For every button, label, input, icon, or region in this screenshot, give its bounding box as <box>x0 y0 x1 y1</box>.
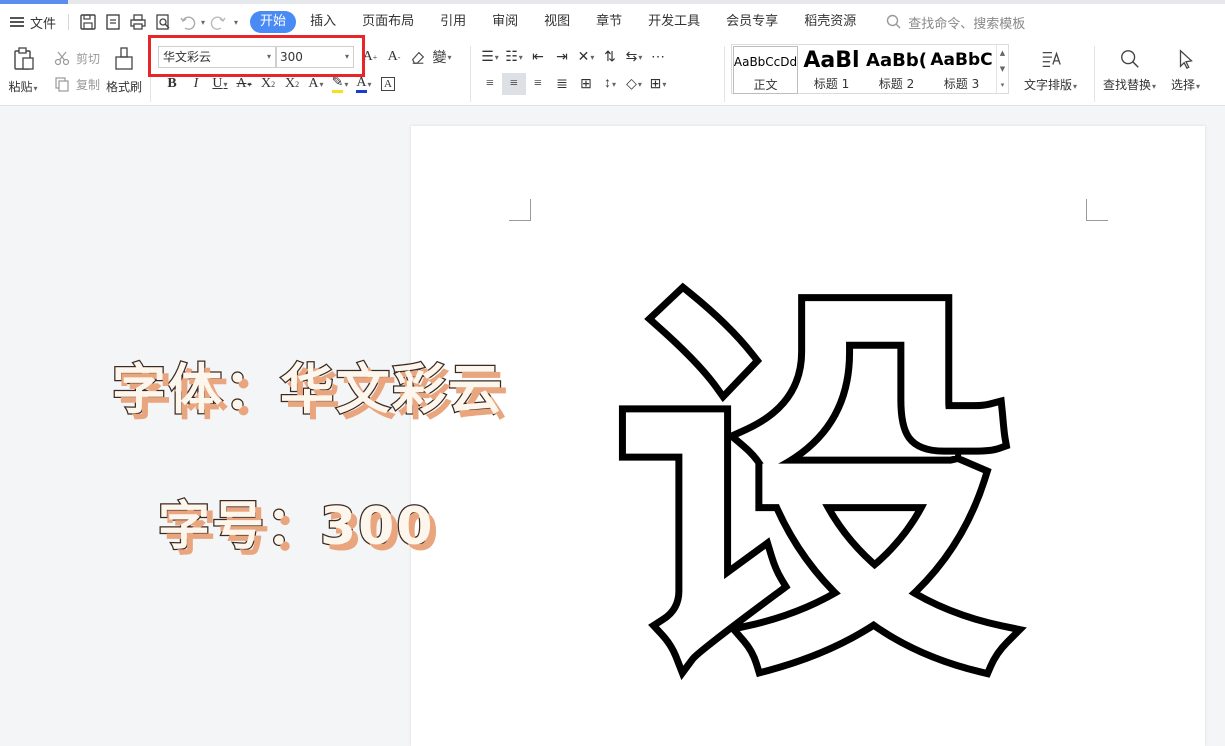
find-replace-label: 查找替换 <box>1103 78 1152 92</box>
text-layout-label: 文字排版 <box>1024 78 1073 92</box>
save-icon[interactable] <box>75 10 100 34</box>
find-replace-button[interactable]: 查找替换▾ <box>1103 46 1156 93</box>
ribbon-tabs: 开始 插入 页面布局 引用 审阅 视图 章节 开发工具 会员专享 稻壳资源 <box>250 11 870 33</box>
group-divider <box>724 46 725 102</box>
font-selector-highlight-box <box>148 35 365 77</box>
cut-button[interactable]: 剪切 <box>52 48 100 68</box>
hamburger-icon <box>10 17 24 27</box>
expand-icon[interactable]: ▾ <box>1001 81 1005 89</box>
style-heading-3[interactable]: AaBbC 标题 3 <box>929 45 994 93</box>
style-preview: AaBbCcDd <box>733 54 798 69</box>
export-pdf-icon[interactable] <box>100 10 125 34</box>
styles-gallery: AaBbCcDd 正文 AaBl 标题 1 AaBb( 标题 2 AaBbC 标… <box>731 44 1009 94</box>
styles-scroll[interactable]: ▲ ▼ ▾ <box>996 45 1008 93</box>
align-left-icon[interactable]: ≡ <box>478 73 502 95</box>
format-painter-button[interactable]: 格式刷 <box>106 44 142 95</box>
tab-insert[interactable]: 插入 <box>298 11 348 33</box>
style-heading-1[interactable]: AaBl 标题 1 <box>799 45 864 93</box>
style-label: 标题 1 <box>813 77 850 91</box>
sort-icon[interactable]: ⇅ <box>598 46 622 68</box>
phonetic-guide-icon[interactable]: 變 ▾ <box>430 46 454 68</box>
tab-references[interactable]: 引用 <box>428 11 478 33</box>
chinese-layout-icon[interactable]: ✕ ▾ <box>574 46 598 68</box>
tab-review[interactable]: 审阅 <box>480 11 530 33</box>
text-layout-icon <box>1038 46 1064 72</box>
borders-icon[interactable]: ⊞ ▾ <box>646 73 670 95</box>
text-direction-icon[interactable]: ⇆ ▾ <box>622 46 646 68</box>
command-search-placeholder: 查找命令、搜索模板 <box>908 16 1026 32</box>
format-painter-label: 格式刷 <box>106 80 143 94</box>
style-preview: AaBb( <box>866 49 927 71</box>
format-painter-icon <box>109 44 139 74</box>
scissors-icon <box>52 48 72 68</box>
clipboard-icon <box>8 44 38 74</box>
tab-section[interactable]: 章节 <box>584 11 634 33</box>
tab-view[interactable]: 视图 <box>532 11 582 33</box>
select-button[interactable]: 选择▾ <box>1171 46 1200 93</box>
group-divider <box>1094 46 1095 102</box>
tab-docer-resources[interactable]: 稻壳资源 <box>792 11 868 33</box>
search-icon <box>884 12 904 32</box>
text-layout-button[interactable]: 文字排版▾ <box>1024 46 1077 93</box>
overlay-font-caption: 字体：华文彩云 <box>111 357 504 423</box>
cursor-arrow-icon <box>1173 46 1199 72</box>
magnifier-icon <box>1117 46 1143 72</box>
cut-label: 剪切 <box>76 51 101 66</box>
customize-toolbar-icon[interactable]: ▾ <box>234 18 238 27</box>
align-center-icon[interactable]: ≡ <box>502 73 526 95</box>
undo-icon[interactable] <box>175 10 200 34</box>
line-spacing-icon[interactable]: ↕ ▾ <box>598 73 622 95</box>
show-marks-icon[interactable]: ⋯ <box>646 46 670 68</box>
shrink-font-icon[interactable]: A- <box>382 46 406 68</box>
style-heading-2[interactable]: AaBb( 标题 2 <box>864 45 929 93</box>
style-preview: AaBbC <box>930 50 993 70</box>
ribbon-toolbar: 粘贴▾ 剪切 复制 格式刷 华文彩云 ▾ 300 ▾ A + A- 變 ▾ B I … <box>0 35 1225 106</box>
paragraph-controls-top: ☰ ▾ ☷ ▾ ⇤ ⇥ ✕ ▾ ⇅ ⇆ ▾ ⋯ <box>478 46 670 68</box>
tab-start[interactable]: 开始 <box>250 11 297 33</box>
shading-icon[interactable]: ◇ ▾ <box>622 73 646 95</box>
justify-icon[interactable]: ≣ <box>550 73 574 95</box>
style-label: 标题 2 <box>878 77 915 91</box>
numbered-list-icon[interactable]: ☷ ▾ <box>502 46 526 68</box>
distribute-icon[interactable]: ⊞ <box>574 73 598 95</box>
bullet-list-icon[interactable]: ☰ ▾ <box>478 46 502 68</box>
print-preview-icon[interactable] <box>150 10 175 34</box>
tab-page-layout[interactable]: 页面布局 <box>350 11 426 33</box>
clear-format-icon[interactable] <box>406 46 430 68</box>
align-right-icon[interactable]: ≡ <box>526 73 550 95</box>
divider <box>68 14 70 30</box>
file-menu[interactable]: 文件 <box>10 13 56 32</box>
style-preview: AaBl <box>803 47 860 73</box>
print-icon[interactable] <box>125 10 150 34</box>
paragraph-controls-bottom: ≡ ≡ ≡ ≣ ⊞ ↕ ▾ ◇ ▾ ⊞ ▾ <box>478 73 670 95</box>
select-label: 选择 <box>1171 78 1196 92</box>
style-label: 标题 3 <box>943 77 980 91</box>
tab-membership[interactable]: 会员专享 <box>714 11 790 33</box>
document-big-character[interactable]: 设 <box>608 285 1022 699</box>
char-border-icon[interactable]: A <box>376 73 400 95</box>
command-search[interactable]: 查找命令、搜索模板 <box>884 12 1025 32</box>
overlay-size-caption: 字号：300 <box>157 496 435 559</box>
copy-button[interactable]: 复制 <box>52 74 100 94</box>
copy-label: 复制 <box>76 77 101 92</box>
copy-icon <box>52 74 72 94</box>
group-divider <box>470 46 471 102</box>
paste-label: 粘贴 <box>8 80 33 94</box>
scroll-up-icon[interactable]: ▲ <box>1000 49 1005 57</box>
margin-corner-top-left <box>509 199 531 221</box>
style-label: 正文 <box>753 78 778 92</box>
decrease-indent-icon[interactable]: ⇤ <box>526 46 550 68</box>
file-menu-label: 文件 <box>30 16 57 32</box>
margin-corner-top-right <box>1086 199 1108 221</box>
paste-button[interactable]: 粘贴▾ <box>8 44 38 95</box>
style-normal[interactable]: AaBbCcDd 正文 <box>733 46 798 94</box>
tab-developer[interactable]: 开发工具 <box>636 11 712 33</box>
redo-icon[interactable] <box>205 10 230 34</box>
font-size-controls: A + A- 變 ▾ <box>358 46 454 68</box>
scroll-down-icon[interactable]: ▼ <box>1000 65 1005 73</box>
increase-indent-icon[interactable]: ⇥ <box>550 46 574 68</box>
